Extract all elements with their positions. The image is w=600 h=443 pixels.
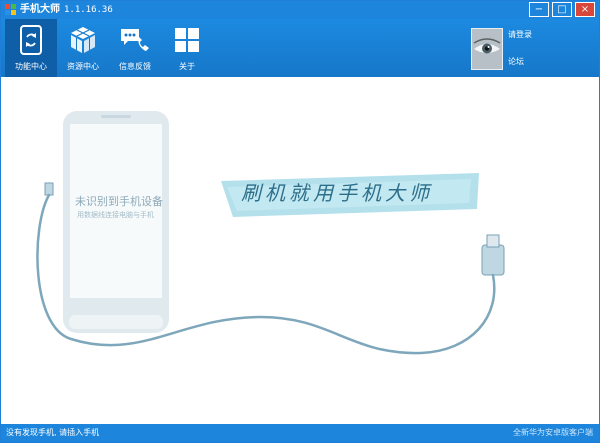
tab-feedback[interactable]: 信息反馈 <box>109 19 161 77</box>
window-title: 手机大师 1.1.16.36 <box>20 3 113 17</box>
no-device-title: 未识别到手机设备 <box>75 195 163 208</box>
minimize-button[interactable]: − <box>529 2 549 17</box>
connect-phone-illustration <box>36 111 505 355</box>
eye-avatar-icon[interactable] <box>471 28 503 70</box>
slogan-text: 刷机就用手机大师 <box>241 181 433 205</box>
status-message: 没有发现手机, 请插入手机 <box>6 428 100 437</box>
chat-phone-icon <box>121 29 149 51</box>
app-logo-icon <box>5 4 16 15</box>
windows-icon <box>175 28 199 52</box>
phone-speaker <box>101 115 131 118</box>
tab-label: 资源中心 <box>67 62 99 71</box>
tab-label: 功能中心 <box>15 62 47 71</box>
phone-sync-icon <box>20 25 42 55</box>
login-link[interactable]: 请登录 <box>508 29 532 40</box>
connect-hint: 用数据线连接电脑与手机 <box>77 211 154 219</box>
status-promo-link[interactable]: 全新华为安卓版客户端 <box>513 427 593 438</box>
tab-label: 信息反馈 <box>119 62 151 71</box>
phone-bottom <box>69 315 163 329</box>
maximize-button[interactable]: □ <box>552 2 572 17</box>
status-bar: 没有发现手机, 请插入手机 全新华为安卓版客户端 <box>1 424 599 442</box>
toolbar: 功能中心 资源中心 信息反馈 关于 请登录 论坛 <box>1 19 599 77</box>
forum-link[interactable]: 论坛 <box>508 56 524 67</box>
tab-resource-center[interactable]: 资源中心 <box>57 19 109 77</box>
usb-tip <box>486 234 500 248</box>
main-panel: 未识别到手机设备 用数据线连接电脑与手机 刷机就用手机大师 <box>1 77 599 424</box>
tab-about[interactable]: 关于 <box>161 19 213 77</box>
app-window: 手机大师 1.1.16.36 − □ × 功能中心 资源中心 信息反馈 关于 请… <box>0 0 600 443</box>
usb-plug <box>481 244 505 276</box>
app-version: 1.1.16.36 <box>64 5 113 15</box>
title-bar[interactable]: 手机大师 1.1.16.36 − □ × <box>1 1 599 19</box>
tab-label: 关于 <box>179 62 195 71</box>
close-button[interactable]: × <box>575 2 595 17</box>
tab-function-center[interactable]: 功能中心 <box>5 19 57 77</box>
app-name: 手机大师 <box>20 4 60 15</box>
micro-usb-plug <box>44 182 54 196</box>
window-controls: − □ × <box>526 2 595 17</box>
cube-icon <box>71 27 95 53</box>
